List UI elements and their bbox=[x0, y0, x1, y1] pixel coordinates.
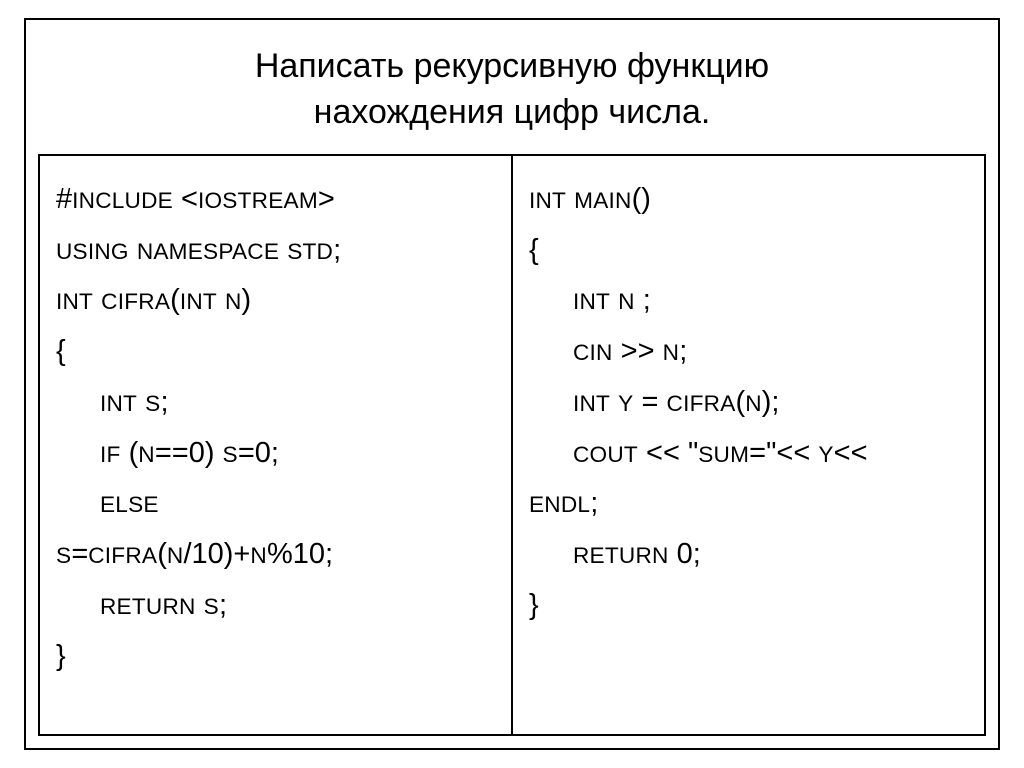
slide-title: Написать рекурсивную функцию нахождения … bbox=[66, 44, 958, 136]
code-line: using namespace std; bbox=[56, 225, 495, 276]
title-line-1: Написать рекурсивную функцию bbox=[255, 47, 769, 85]
code-line: int n ; bbox=[529, 275, 968, 326]
code-line: int main() bbox=[529, 174, 968, 225]
code-line: cout << "sum="<< y<< bbox=[529, 428, 968, 479]
code-line: if (n==0) s=0; bbox=[56, 428, 495, 479]
code-line: #include <iostream> bbox=[56, 174, 495, 225]
code-line: } bbox=[529, 580, 968, 631]
code-line: { bbox=[529, 225, 968, 276]
code-line: return s; bbox=[56, 580, 495, 631]
code-table: #include <iostream> using namespace std;… bbox=[38, 154, 986, 736]
right-code-block: int main() { int n ; cin >> n; int y = c… bbox=[529, 174, 968, 631]
code-line: else bbox=[56, 478, 495, 529]
code-line: int s; bbox=[56, 377, 495, 428]
code-line: } bbox=[56, 631, 495, 682]
slide-frame: Написать рекурсивную функцию нахождения … bbox=[24, 18, 1000, 750]
code-table-wrap: #include <iostream> using namespace std;… bbox=[26, 154, 998, 748]
left-code-block: #include <iostream> using namespace std;… bbox=[56, 174, 495, 682]
title-line-2: нахождения цифр числа. bbox=[314, 93, 711, 131]
code-line: cin >> n; bbox=[529, 326, 968, 377]
code-line: { bbox=[56, 326, 495, 377]
right-code-cell: int main() { int n ; cin >> n; int y = c… bbox=[512, 155, 985, 735]
code-line: s=cifra(n/10)+n%10; bbox=[56, 529, 495, 580]
code-line: endl; bbox=[529, 478, 968, 529]
code-line: return 0; bbox=[529, 529, 968, 580]
left-code-cell: #include <iostream> using namespace std;… bbox=[39, 155, 512, 735]
title-area: Написать рекурсивную функцию нахождения … bbox=[26, 20, 998, 154]
code-line: int y = cifra(n); bbox=[529, 377, 968, 428]
code-line: int cifra(int n) bbox=[56, 275, 495, 326]
